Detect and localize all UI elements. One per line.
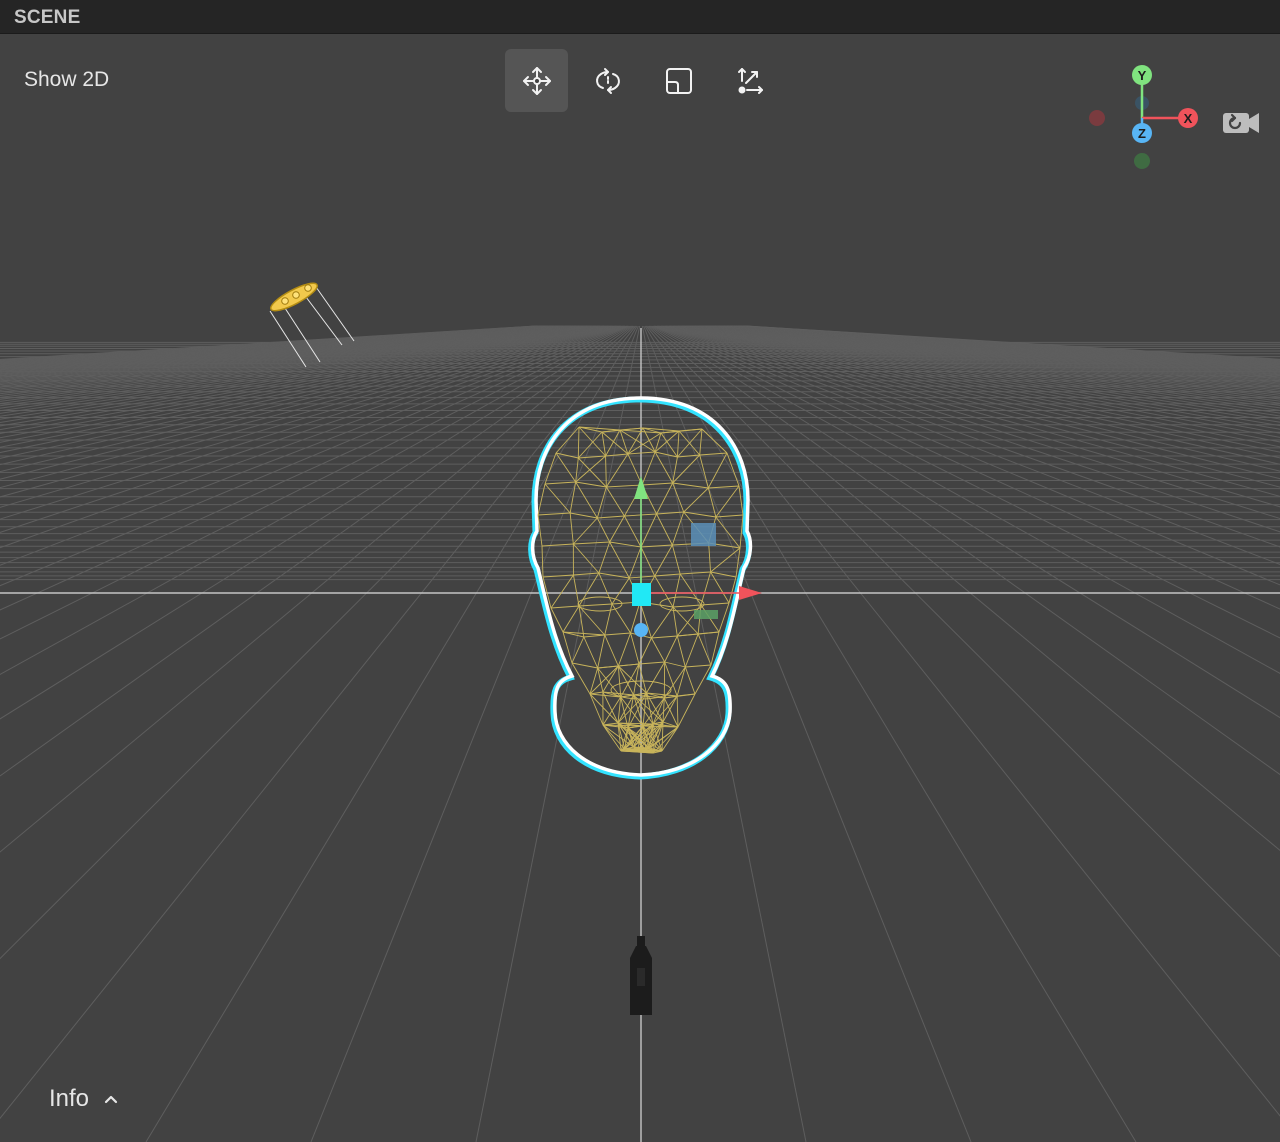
show-2d-toggle[interactable]: Show 2D — [24, 68, 109, 92]
move-icon — [522, 66, 551, 95]
neg-x-axis-dot[interactable] — [1089, 110, 1105, 126]
camera-reset-icon[interactable] — [1221, 110, 1261, 136]
orientation-gizmo[interactable]: Y X Z — [1080, 59, 1210, 179]
neg-y-axis-dot[interactable] — [1134, 153, 1150, 169]
scale-icon — [665, 67, 692, 94]
transform-toolbar — [505, 49, 781, 112]
move-tool-button[interactable] — [505, 49, 568, 112]
gizmo-x-label: X — [1184, 111, 1193, 126]
scene-viewport[interactable]: Show 2D Y X Z Info — [0, 34, 1280, 1142]
transform-space-button[interactable] — [718, 49, 781, 112]
scale-tool-button[interactable] — [647, 49, 710, 112]
panel-title: SCENE — [14, 7, 81, 28]
info-toggle[interactable]: Info — [49, 1085, 119, 1113]
rotate-tool-button[interactable] — [576, 49, 639, 112]
xy-plane-handle[interactable] — [691, 523, 716, 546]
info-label: Info — [49, 1085, 90, 1112]
scene-canvas[interactable] — [0, 34, 1280, 1142]
chevron-up-icon — [104, 1095, 118, 1104]
z-axis-handle[interactable] — [634, 623, 648, 637]
xz-plane-handle[interactable] — [694, 610, 718, 619]
scene-panel-header: SCENE — [0, 0, 1280, 34]
center-handle[interactable] — [632, 583, 651, 606]
transform-space-icon — [737, 67, 763, 94]
gizmo-z-label: Z — [1138, 126, 1146, 141]
rotate-icon — [595, 67, 620, 94]
gizmo-y-label: Y — [1138, 68, 1147, 83]
